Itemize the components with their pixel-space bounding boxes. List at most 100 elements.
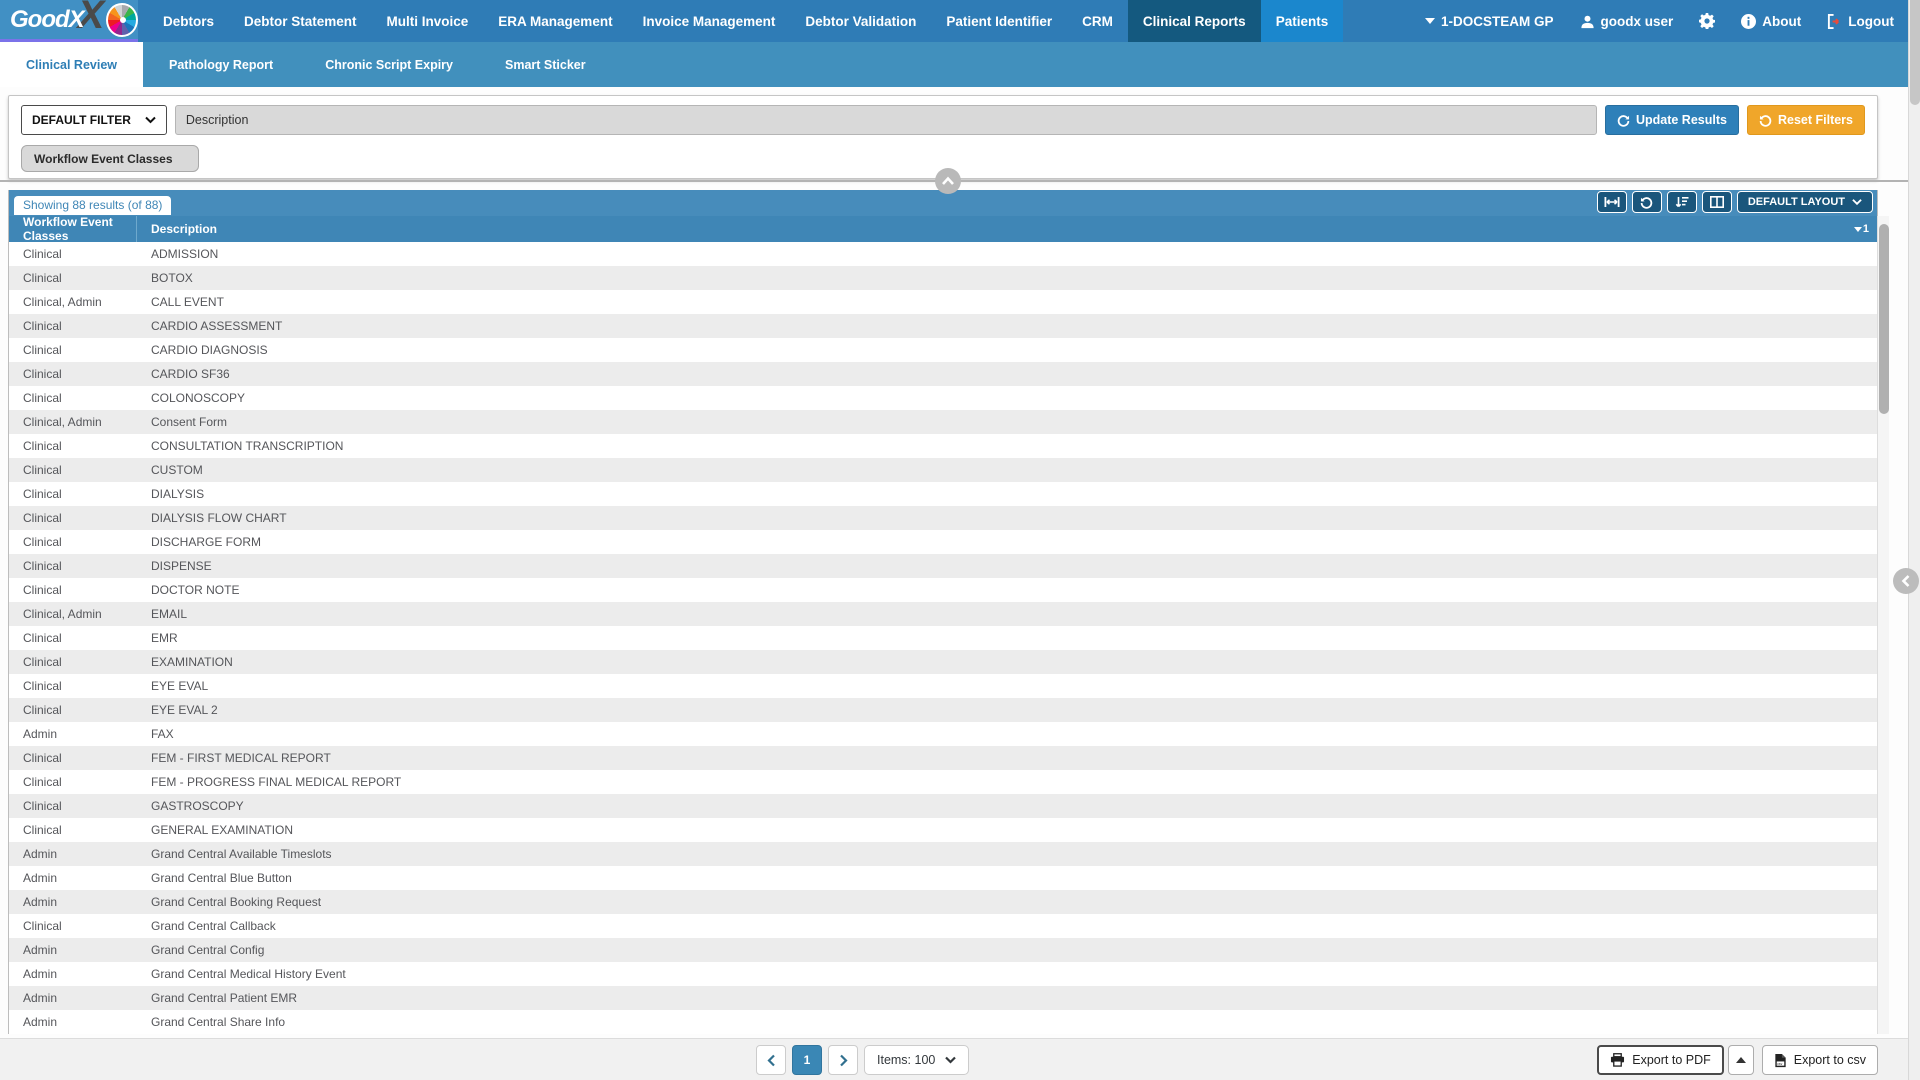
table-row[interactable]: ClinicalDOCTOR NOTE (9, 578, 1877, 602)
next-page-button[interactable] (828, 1045, 858, 1075)
table-row[interactable]: ClinicalCARDIO DIAGNOSIS (9, 338, 1877, 362)
export-csv-button[interactable]: csv Export to csv (1762, 1045, 1878, 1075)
update-results-button[interactable]: Update Results (1605, 105, 1739, 135)
app-root: GoodX X DebtorsDebtor StatementMulti Inv… (0, 0, 1920, 1080)
table-row[interactable]: ClinicalCONSULTATION TRANSCRIPTION (9, 434, 1877, 458)
tab-chronic-script-expiry[interactable]: Chronic Script Expiry (299, 42, 479, 87)
filter-preset-select[interactable]: DEFAULT FILTER (21, 105, 167, 135)
nav-item-crm[interactable]: CRM (1067, 0, 1128, 42)
fit-columns-button[interactable] (1597, 191, 1627, 213)
table-row[interactable]: ClinicalEXAMINATION (9, 650, 1877, 674)
nav-item-patient-identifier[interactable]: Patient Identifier (931, 0, 1067, 42)
table-row[interactable]: ClinicalDISPENSE (9, 554, 1877, 578)
table-row[interactable]: ClinicalEMR (9, 626, 1877, 650)
nav-item-multi-invoice[interactable]: Multi Invoice (372, 0, 484, 42)
cell-description: BOTOX (137, 266, 1877, 290)
logout-icon (1827, 14, 1842, 29)
collapse-side-panel-handle[interactable] (1893, 568, 1919, 594)
logout-button[interactable]: Logout (1827, 14, 1894, 29)
table-row[interactable]: AdminGrand Central Config (9, 938, 1877, 962)
about-menu[interactable]: About (1741, 14, 1801, 29)
column-header-description[interactable]: Description (137, 216, 1854, 242)
table-scrollbar[interactable] (1877, 216, 1889, 1034)
table-row[interactable]: ClinicalDISCHARGE FORM (9, 530, 1877, 554)
settings-button[interactable] (1699, 13, 1715, 29)
table-row[interactable]: ClinicalFEM - PROGRESS FINAL MEDICAL REP… (9, 770, 1877, 794)
cell-description: COLONOSCOPY (137, 386, 1877, 410)
nav-menu: DebtorsDebtor StatementMulti InvoiceERA … (148, 0, 1343, 42)
cell-description: Grand Central Share Info (137, 1010, 1877, 1034)
previous-page-button[interactable] (756, 1045, 786, 1075)
table-row[interactable]: ClinicalFEM - FIRST MEDICAL REPORT (9, 746, 1877, 770)
export-pdf-button[interactable]: Export to PDF (1597, 1045, 1724, 1075)
reset-filters-button[interactable]: Reset Filters (1747, 105, 1865, 135)
cell-workflow-class: Clinical (9, 530, 137, 554)
sort-button[interactable] (1667, 191, 1697, 213)
table-row[interactable]: ClinicalDIALYSIS FLOW CHART (9, 506, 1877, 530)
description-input[interactable] (175, 105, 1597, 135)
table-row[interactable]: ClinicalGENERAL EXAMINATION (9, 818, 1877, 842)
cell-workflow-class: Clinical (9, 746, 137, 770)
table-row[interactable]: ClinicalEYE EVAL 2 (9, 698, 1877, 722)
sort-amount-icon (1675, 196, 1689, 208)
nav-item-debtors[interactable]: Debtors (148, 0, 229, 42)
table-row[interactable]: AdminGrand Central Available Timeslots (9, 842, 1877, 866)
table-row[interactable]: AdminGrand Central Medical History Event (9, 962, 1877, 986)
svg-text:csv: csv (1777, 1062, 1782, 1066)
export-pdf-options-button[interactable] (1728, 1045, 1754, 1075)
goodx-logo[interactable]: GoodX X (0, 0, 138, 42)
reset-grid-button[interactable] (1632, 191, 1662, 213)
nav-item-debtor-validation[interactable]: Debtor Validation (790, 0, 931, 42)
items-per-page-select[interactable]: Items: 100 (864, 1045, 969, 1075)
page-scrollbar[interactable] (1908, 0, 1920, 1080)
table-row[interactable]: ClinicalGrand Central Callback (9, 914, 1877, 938)
table-row[interactable]: ClinicalCARDIO ASSESSMENT (9, 314, 1877, 338)
table-row[interactable]: Clinical, AdminEMAIL (9, 602, 1877, 626)
table-row[interactable]: AdminGrand Central Patient EMR (9, 986, 1877, 1010)
table-row[interactable]: AdminFAX (9, 722, 1877, 746)
cell-workflow-class: Clinical (9, 578, 137, 602)
layout-select[interactable]: DEFAULT LAYOUT (1737, 191, 1873, 213)
nav-item-clinical-reports[interactable]: Clinical Reports (1128, 0, 1261, 42)
tab-pathology-report[interactable]: Pathology Report (143, 42, 299, 87)
table-row[interactable]: AdminGrand Central Booking Request (9, 890, 1877, 914)
tab-smart-sticker[interactable]: Smart Sticker (479, 42, 612, 87)
practice-selector[interactable]: 1-DOCSTEAM GP (1425, 14, 1554, 29)
cell-description: EMR (137, 626, 1877, 650)
table-row[interactable]: ClinicalGASTROSCOPY (9, 794, 1877, 818)
sort-indicator[interactable]: 1 (1854, 216, 1869, 242)
table-row[interactable]: ClinicalCUSTOM (9, 458, 1877, 482)
collapse-filter-handle[interactable] (935, 168, 961, 194)
pinwheel-logo-icon (106, 3, 138, 37)
column-header-workflow-classes[interactable]: Workflow Event Classes (9, 216, 137, 242)
cell-description: Consent Form (137, 410, 1877, 434)
nav-item-invoice-management[interactable]: Invoice Management (628, 0, 791, 42)
tab-clinical-review[interactable]: Clinical Review (0, 42, 143, 87)
cell-workflow-class: Clinical, Admin (9, 602, 137, 626)
cell-workflow-class: Admin (9, 962, 137, 986)
workflow-event-classes-filter[interactable]: Workflow Event Classes (21, 145, 199, 172)
table-row[interactable]: Clinical, AdminConsent Form (9, 410, 1877, 434)
table-scrollbar-thumb[interactable] (1879, 224, 1889, 414)
nav-item-era-management[interactable]: ERA Management (483, 0, 627, 42)
table-row[interactable]: Clinical, AdminCALL EVENT (9, 290, 1877, 314)
table-row[interactable]: AdminGrand Central Blue Button (9, 866, 1877, 890)
table-row[interactable]: ClinicalADMISSION (9, 242, 1877, 266)
user-menu[interactable]: goodx user (1580, 14, 1674, 29)
table-row[interactable]: AdminGrand Central Share Info (9, 1010, 1877, 1034)
cell-description: Grand Central Callback (137, 914, 1877, 938)
cell-description: Grand Central Config (137, 938, 1877, 962)
cell-description: GASTROSCOPY (137, 794, 1877, 818)
nav-item-debtor-statement[interactable]: Debtor Statement (229, 0, 372, 42)
filter-panel: DEFAULT FILTER Update Results Reset Filt… (8, 95, 1878, 179)
table-row[interactable]: ClinicalCARDIO SF36 (9, 362, 1877, 386)
current-page-button[interactable]: 1 (792, 1045, 822, 1075)
table-row[interactable]: ClinicalEYE EVAL (9, 674, 1877, 698)
columns-button[interactable] (1702, 191, 1732, 213)
user-icon (1580, 14, 1595, 29)
table-row[interactable]: ClinicalDIALYSIS (9, 482, 1877, 506)
nav-item-patients[interactable]: Patients (1261, 0, 1344, 42)
table-row[interactable]: ClinicalBOTOX (9, 266, 1877, 290)
page-scrollbar-thumb[interactable] (1910, 0, 1920, 105)
table-row[interactable]: ClinicalCOLONOSCOPY (9, 386, 1877, 410)
